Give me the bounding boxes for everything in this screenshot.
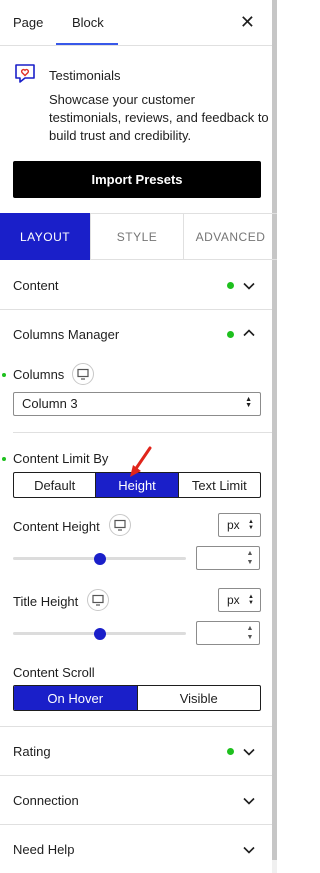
chevron-up-icon[interactable] — [242, 326, 256, 340]
title-height-unit-select[interactable]: px ▲ ▼ — [218, 588, 261, 612]
decrement-icon[interactable]: ▼ — [243, 633, 257, 642]
chevron-down-icon[interactable] — [242, 745, 256, 759]
tab-advanced[interactable]: ADVANCED — [183, 213, 277, 260]
columns-label: Columns — [13, 367, 65, 382]
select-arrows-icon: ▲ ▼ — [248, 519, 254, 531]
active-tab-indicator — [56, 43, 118, 45]
increment-icon[interactable]: ▲ — [243, 624, 257, 633]
content-scroll-visible[interactable]: Visible — [138, 686, 261, 710]
title-height-input[interactable]: ▲ ▼ — [196, 621, 260, 645]
number-spinner: ▲ ▼ — [243, 624, 257, 642]
chevron-down-icon[interactable] — [242, 279, 256, 293]
status-dot — [227, 282, 234, 289]
unit-value: px — [227, 593, 240, 607]
content-scroll-label: Content Scroll — [13, 665, 95, 680]
columns-select[interactable]: Column 3 ▲ ▼ — [13, 392, 261, 416]
columns-select-value: Column 3 — [22, 396, 78, 411]
block-description: Showcase your customer testimonials, rev… — [49, 92, 269, 143]
heart-chat-icon — [15, 64, 35, 83]
panel-scrollbar[interactable] — [272, 0, 277, 873]
divider — [13, 432, 272, 433]
responsive-monitor-icon[interactable] — [72, 363, 94, 385]
modified-indicator-dot — [2, 457, 6, 461]
content-height-slider-thumb[interactable] — [93, 553, 106, 565]
chevron-down-icon[interactable] — [242, 843, 256, 857]
content-limit-label: Content Limit By — [13, 451, 109, 466]
decrement-icon[interactable]: ▼ — [243, 558, 257, 567]
section-connection[interactable]: Connection — [0, 776, 272, 825]
status-dot — [227, 331, 234, 338]
content-height-input[interactable]: ▲ ▼ — [196, 546, 260, 570]
scrollbar-thumb[interactable] — [272, 0, 277, 860]
number-spinner: ▲ ▼ — [243, 549, 257, 567]
close-icon[interactable]: ✕ — [240, 12, 255, 32]
sidebar-header: Page Block ✕ — [0, 0, 272, 46]
responsive-monitor-icon[interactable] — [87, 589, 109, 611]
status-dot — [227, 748, 234, 755]
title-height-label: Title Height — [13, 594, 79, 609]
content-height-label: Content Height — [13, 519, 100, 534]
content-height-unit-select[interactable]: px ▲ ▼ — [218, 513, 261, 537]
content-limit-default[interactable]: Default — [14, 473, 97, 497]
section-need-help-title: Need Help — [13, 842, 75, 857]
title-height-slider-thumb[interactable] — [93, 628, 106, 640]
tab-page[interactable]: Page — [13, 15, 43, 30]
chevron-down-icon[interactable] — [242, 794, 256, 808]
block-title: Testimonials — [49, 68, 121, 83]
section-need-help[interactable]: Need Help — [0, 825, 272, 873]
import-presets-button[interactable]: Import Presets — [13, 161, 261, 198]
section-content[interactable]: Content — [0, 261, 272, 310]
section-rating-title: Rating — [13, 744, 51, 759]
select-arrows-icon: ▲ ▼ — [245, 396, 252, 409]
content-limit-text-limit[interactable]: Text Limit — [179, 473, 260, 497]
increment-icon[interactable]: ▲ — [243, 549, 257, 558]
tab-block[interactable]: Block — [72, 15, 104, 30]
tab-style[interactable]: STYLE — [90, 213, 183, 260]
tab-layout[interactable]: LAYOUT — [0, 213, 90, 260]
annotation-arrow — [130, 446, 152, 477]
responsive-monitor-icon[interactable] — [109, 514, 131, 536]
unit-value: px — [227, 518, 240, 532]
panel-tabs: LAYOUT STYLE ADVANCED — [0, 213, 277, 260]
content-scroll-on-hover[interactable]: On Hover — [14, 686, 138, 710]
select-arrows-icon: ▲ ▼ — [248, 594, 254, 606]
section-connection-title: Connection — [13, 793, 79, 808]
modified-indicator-dot — [2, 373, 6, 377]
section-columns-manager-title[interactable]: Columns Manager — [13, 327, 119, 342]
section-content-title: Content — [13, 278, 59, 293]
section-rating[interactable]: Rating — [0, 727, 272, 776]
content-scroll-toggle: On Hover Visible — [13, 685, 261, 711]
